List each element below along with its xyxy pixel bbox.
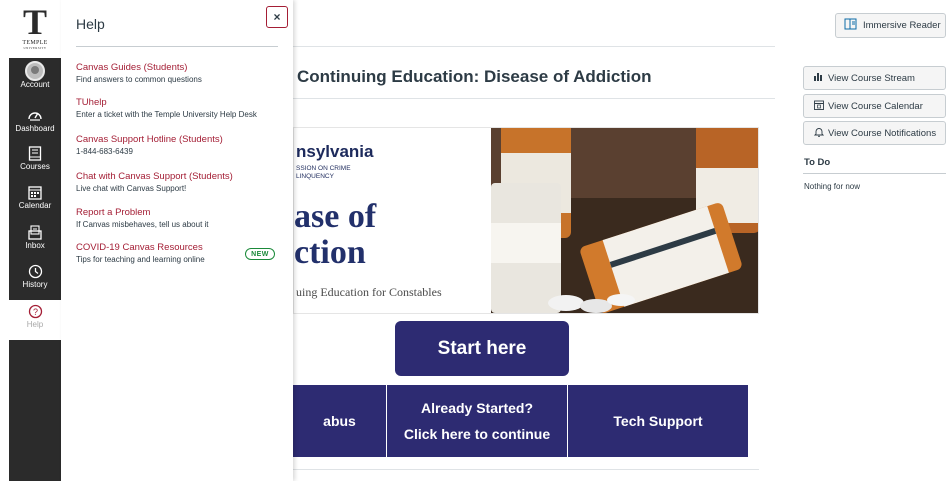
nav-help[interactable]: ? Help (9, 300, 61, 340)
banner-org-line1: SSION ON CRIME (296, 165, 351, 172)
help-link-canvas-guides[interactable]: Canvas Guides (Students) Find answers to… (76, 61, 286, 86)
view-course-stream-button[interactable]: View Course Stream (803, 66, 946, 90)
help-link-description: Find answers to common questions (76, 75, 202, 84)
bell-icon (813, 127, 825, 140)
help-link-label[interactable]: Canvas Support Hotline (Students) (76, 133, 286, 146)
todo-empty-text: Nothing for now (804, 182, 861, 191)
todo-divider (803, 173, 946, 174)
help-link-report-problem[interactable]: Report a Problem If Canvas misbehaves, t… (76, 206, 286, 231)
close-icon: × (273, 10, 281, 24)
content-divider (293, 469, 759, 470)
banner-headline-2: ction (294, 234, 366, 271)
nav-courses-label: Courses (20, 162, 50, 171)
immersive-reader-button[interactable]: Immersive Reader (835, 13, 946, 38)
button-label: View Course Calendar (828, 100, 923, 112)
help-link-description: Live chat with Canvas Support! (76, 184, 187, 193)
nav-calendar-label: Calendar (18, 201, 52, 210)
help-link-chat-support[interactable]: Chat with Canvas Support (Students) Live… (76, 170, 286, 195)
pill-bottles-image (491, 128, 758, 313)
nav-inbox[interactable]: Inbox (9, 223, 61, 250)
temple-logo[interactable]: T TEMPLE UNIVERSITY (9, 0, 61, 58)
button-label: View Course Stream (828, 72, 915, 84)
help-link-label[interactable]: Report a Problem (76, 206, 286, 219)
button-label: View Course Notifications (828, 127, 937, 139)
continue-tile[interactable]: Already Started? Click here to continue (386, 385, 567, 457)
avatar (25, 61, 45, 81)
view-course-notifications-button[interactable]: View Course Notifications (803, 121, 946, 145)
global-nav: T TEMPLE UNIVERSITY Account Dashboard Co… (9, 0, 61, 481)
help-icon: ? (28, 302, 43, 320)
inbox-icon (28, 223, 42, 241)
nav-dashboard[interactable]: Dashboard (9, 106, 61, 133)
help-link-description: If Canvas misbehaves, tell us about it (76, 220, 209, 229)
help-tray-title: Help (76, 16, 105, 32)
courses-icon (28, 144, 42, 162)
banner-subtitle: uing Education for Constables (296, 285, 442, 299)
nav-history[interactable]: History (9, 262, 61, 289)
logo-subtext: UNIVERSITY (23, 46, 47, 50)
help-tray: Help × Canvas Guides (Students) Find ans… (61, 0, 293, 481)
close-button[interactable]: × (266, 6, 288, 28)
course-nav-tiles: abus Already Started? Click here to cont… (293, 385, 748, 457)
history-icon (28, 262, 43, 280)
tile-label: Already Started? (420, 400, 534, 416)
nav-account-label: Account (20, 80, 50, 89)
divider (76, 46, 278, 47)
help-link-support-hotline[interactable]: Canvas Support Hotline (Students) 1-844-… (76, 133, 286, 158)
header-divider (293, 46, 775, 47)
nav-inbox-label: Inbox (25, 241, 45, 250)
svg-text:?: ? (32, 307, 37, 317)
nav-account[interactable]: Account (9, 61, 61, 89)
help-link-label[interactable]: TUhelp (76, 96, 286, 109)
help-link-label[interactable]: Chat with Canvas Support (Students) (76, 170, 286, 183)
help-link-description: Enter a ticket with the Temple Universit… (76, 110, 257, 119)
bar-chart-icon (814, 72, 824, 84)
banner-org-name: nsylvania (296, 142, 374, 161)
logo-letter: T (22, 2, 47, 42)
tile-sublabel: Click here to continue (403, 426, 551, 442)
tile-label: abus (323, 413, 356, 429)
syllabus-tile[interactable]: abus (293, 385, 386, 457)
nav-help-label: Help (26, 320, 44, 329)
banner-org-line2: LINQUENCY (296, 173, 334, 180)
page-title: Continuing Education: Disease of Addicti… (297, 67, 652, 86)
nav-courses[interactable]: Courses (9, 144, 61, 171)
tile-label: Tech Support (613, 413, 703, 429)
dashboard-icon (27, 106, 43, 124)
banner-headline-1: ase of (294, 198, 377, 235)
view-course-calendar-button[interactable]: View Course Calendar (803, 94, 946, 118)
start-here-button[interactable]: Start here (395, 321, 569, 376)
nav-dashboard-label: Dashboard (15, 124, 55, 133)
title-divider (293, 98, 775, 99)
calendar-icon (28, 183, 42, 201)
new-badge: NEW (245, 248, 275, 260)
todo-heading: To Do (804, 157, 831, 168)
help-link-description: 1-844-683-6439 (76, 147, 133, 156)
nav-history-label: History (22, 280, 48, 289)
help-link-label[interactable]: Canvas Guides (Students) (76, 61, 286, 74)
immersive-reader-label: Immersive Reader (863, 20, 941, 31)
course-banner: nsylvania SSION ON CRIME LINQUENCY ase o… (293, 127, 759, 314)
nav-calendar[interactable]: Calendar (9, 183, 61, 210)
calendar-icon (814, 100, 824, 113)
immersive-reader-icon (844, 18, 858, 33)
tech-support-tile[interactable]: Tech Support (567, 385, 748, 457)
help-link-tuhelp[interactable]: TUhelp Enter a ticket with the Temple Un… (76, 96, 286, 121)
